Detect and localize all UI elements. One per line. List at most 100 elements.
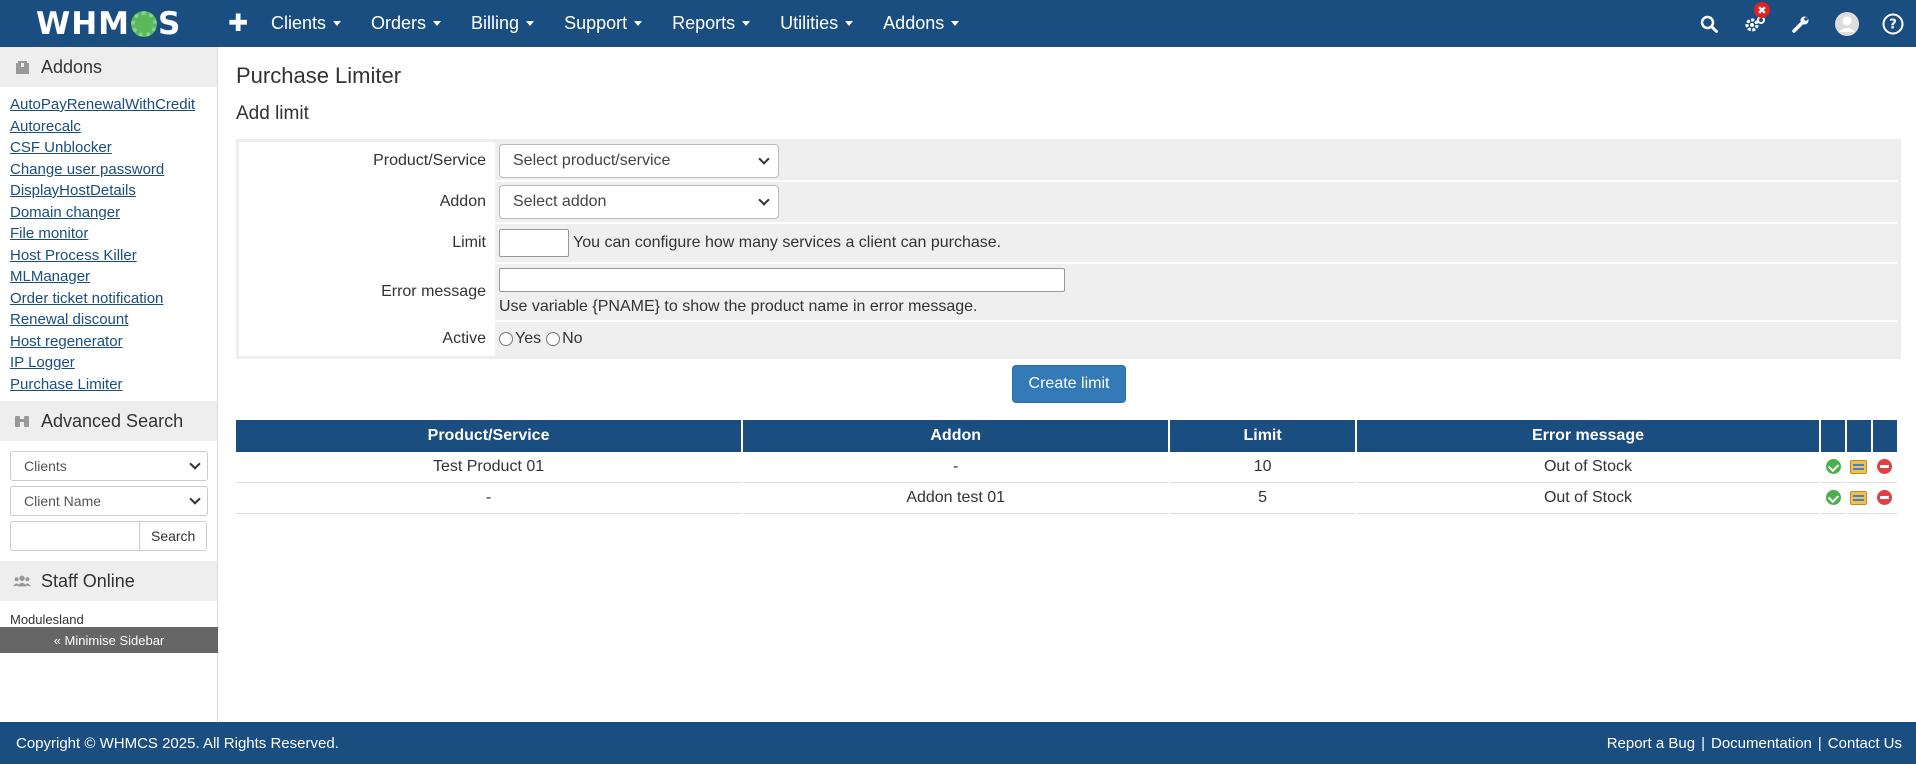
search-field-value: Client Name (24, 493, 102, 509)
delete-icon[interactable] (1877, 459, 1893, 475)
addon-link[interactable]: IP Logger (10, 352, 207, 374)
active-yes-radio[interactable] (499, 332, 513, 346)
nav-addons[interactable]: Addons (868, 0, 974, 47)
limits-table: Product/Service Addon Limit Error messag… (234, 420, 1899, 514)
caret-down-icon (333, 21, 342, 26)
minimise-sidebar-button[interactable]: « Minimise Sidebar (0, 627, 218, 653)
addon-link[interactable]: CSF Unblocker (10, 137, 207, 159)
wrench-icon[interactable] (1778, 0, 1824, 47)
addon-select[interactable]: Select addon (499, 185, 779, 219)
nav-clients[interactable]: Clients (256, 0, 356, 47)
addons-panel-header: Addons (0, 47, 217, 87)
addon-link[interactable]: DisplayHostDetails (10, 180, 207, 202)
form-row-limit: Limit You can configure how many service… (239, 224, 1898, 264)
cell-product: - (236, 483, 742, 514)
documentation-link[interactable]: Documentation (1711, 735, 1812, 752)
help-icon[interactable]: ? (1870, 0, 1916, 47)
binoculars-icon (13, 413, 31, 429)
page-title: Purchase Limiter (236, 63, 402, 88)
addon-link[interactable]: MLManager (10, 266, 207, 288)
cell-error-message: Out of Stock (1356, 483, 1820, 514)
staff-online-title: Staff Online (41, 570, 135, 591)
active-label: Active (239, 322, 495, 356)
addon-link[interactable]: AutoPayRenewalWithCredit (10, 94, 207, 116)
product-select[interactable]: Select product/service (499, 144, 779, 178)
user-avatar-icon[interactable] (1824, 0, 1870, 47)
delete-icon[interactable] (1877, 490, 1893, 506)
limit-label: Limit (239, 224, 495, 262)
nav-orders[interactable]: Orders (356, 0, 456, 47)
sidebar-search-form: Search (10, 521, 207, 551)
edit-icon[interactable] (1850, 490, 1868, 505)
error-message-input[interactable] (499, 268, 1065, 292)
addon-link[interactable]: Autorecalc (10, 116, 207, 138)
limit-help-text: You can configure how many services a cl… (573, 234, 1002, 251)
nav-utilities[interactable]: Utilities (765, 0, 868, 47)
sidebar: Addons AutoPayRenewalWithCredit Autoreca… (0, 47, 218, 722)
chevron-down-icon (758, 153, 770, 165)
nav-billing-label: Billing (471, 13, 520, 33)
sidebar-search-input[interactable] (10, 521, 141, 551)
active-yes-label: Yes (515, 330, 542, 347)
active-no-radio[interactable] (546, 332, 561, 346)
nav-reports[interactable]: Reports (657, 0, 765, 47)
addon-link[interactable]: Host regenerator (10, 331, 207, 353)
addon-link[interactable]: Renewal discount (10, 309, 207, 331)
cube-icon (13, 59, 31, 75)
form-row-addon: Addon Select addon (239, 182, 1898, 224)
caret-down-icon (634, 21, 643, 26)
addon-link[interactable]: Purchase Limiter (10, 374, 207, 396)
create-limit-button[interactable]: Create limit (1012, 365, 1126, 403)
search-icon[interactable] (1686, 0, 1732, 47)
nav-clients-label: Clients (271, 13, 327, 33)
nav-reports-label: Reports (672, 13, 736, 33)
nav-billing[interactable]: Billing (456, 0, 549, 47)
column-header-error-message: Error message (1356, 420, 1820, 452)
search-type-value: Clients (24, 458, 67, 474)
addon-link[interactable]: Host Process Killer (10, 245, 207, 267)
table-row: - Addon test 01 5 Out of Stock (236, 483, 1897, 514)
addon-link[interactable]: Domain changer (10, 202, 207, 224)
enable-check-icon[interactable] (1825, 490, 1841, 506)
chevron-down-icon (189, 493, 201, 505)
column-header-delete (1872, 420, 1897, 452)
copyright-text: Copyright © WHMCS 2025. All Rights Reser… (16, 734, 339, 752)
contact-us-link[interactable]: Contact Us (1828, 735, 1902, 752)
edit-icon[interactable] (1850, 459, 1868, 474)
whmcs-logo[interactable]: WHM S (0, 0, 218, 47)
main-content: Purchase Limiter Add limit Product/Servi… (236, 47, 1902, 514)
logo-text-left: WHM (36, 5, 130, 42)
error-message-label: Error message (239, 264, 495, 320)
nav-orders-label: Orders (371, 13, 427, 33)
search-field-select[interactable]: Client Name (10, 486, 208, 516)
addon-link[interactable]: Change user password (10, 159, 207, 181)
search-type-select[interactable]: Clients (10, 451, 208, 481)
nav-support[interactable]: Support (549, 0, 657, 47)
limit-input[interactable] (499, 229, 569, 257)
cell-limit: 5 (1170, 483, 1355, 514)
nav-addons-label: Addons (883, 13, 945, 33)
report-bug-link[interactable]: Report a Bug (1607, 735, 1695, 752)
enable-check-icon[interactable] (1825, 459, 1841, 475)
cell-delete (1872, 452, 1897, 483)
form-row-active: Active Yes No (239, 322, 1898, 356)
cell-enable (1821, 483, 1845, 514)
product-field: Select product/service (495, 142, 1898, 180)
add-new-icon[interactable]: ✚ (220, 9, 256, 38)
nav-support-label: Support (564, 13, 628, 33)
users-icon (13, 573, 31, 589)
cell-addon: Addon test 01 (743, 483, 1169, 514)
automation-gears-icon[interactable]: ✖ (1732, 0, 1778, 47)
addon-link[interactable]: Order ticket notification (10, 288, 207, 310)
addon-link[interactable]: File monitor (10, 223, 207, 245)
error-message-help-text: Use variable {PNAME} to show the product… (499, 298, 978, 315)
sidebar-search-button[interactable]: Search (140, 521, 207, 551)
notification-badge: ✖ (1754, 2, 1770, 18)
footer: Copyright © WHMCS 2025. All Rights Reser… (0, 722, 1916, 764)
svg-text:?: ? (1889, 17, 1897, 32)
product-select-value: Select product/service (513, 152, 671, 169)
logo-gear-icon (131, 10, 157, 37)
column-header-enable (1821, 420, 1845, 452)
addon-select-value: Select addon (513, 193, 607, 210)
error-message-field: Use variable {PNAME} to show the product… (495, 264, 1898, 320)
